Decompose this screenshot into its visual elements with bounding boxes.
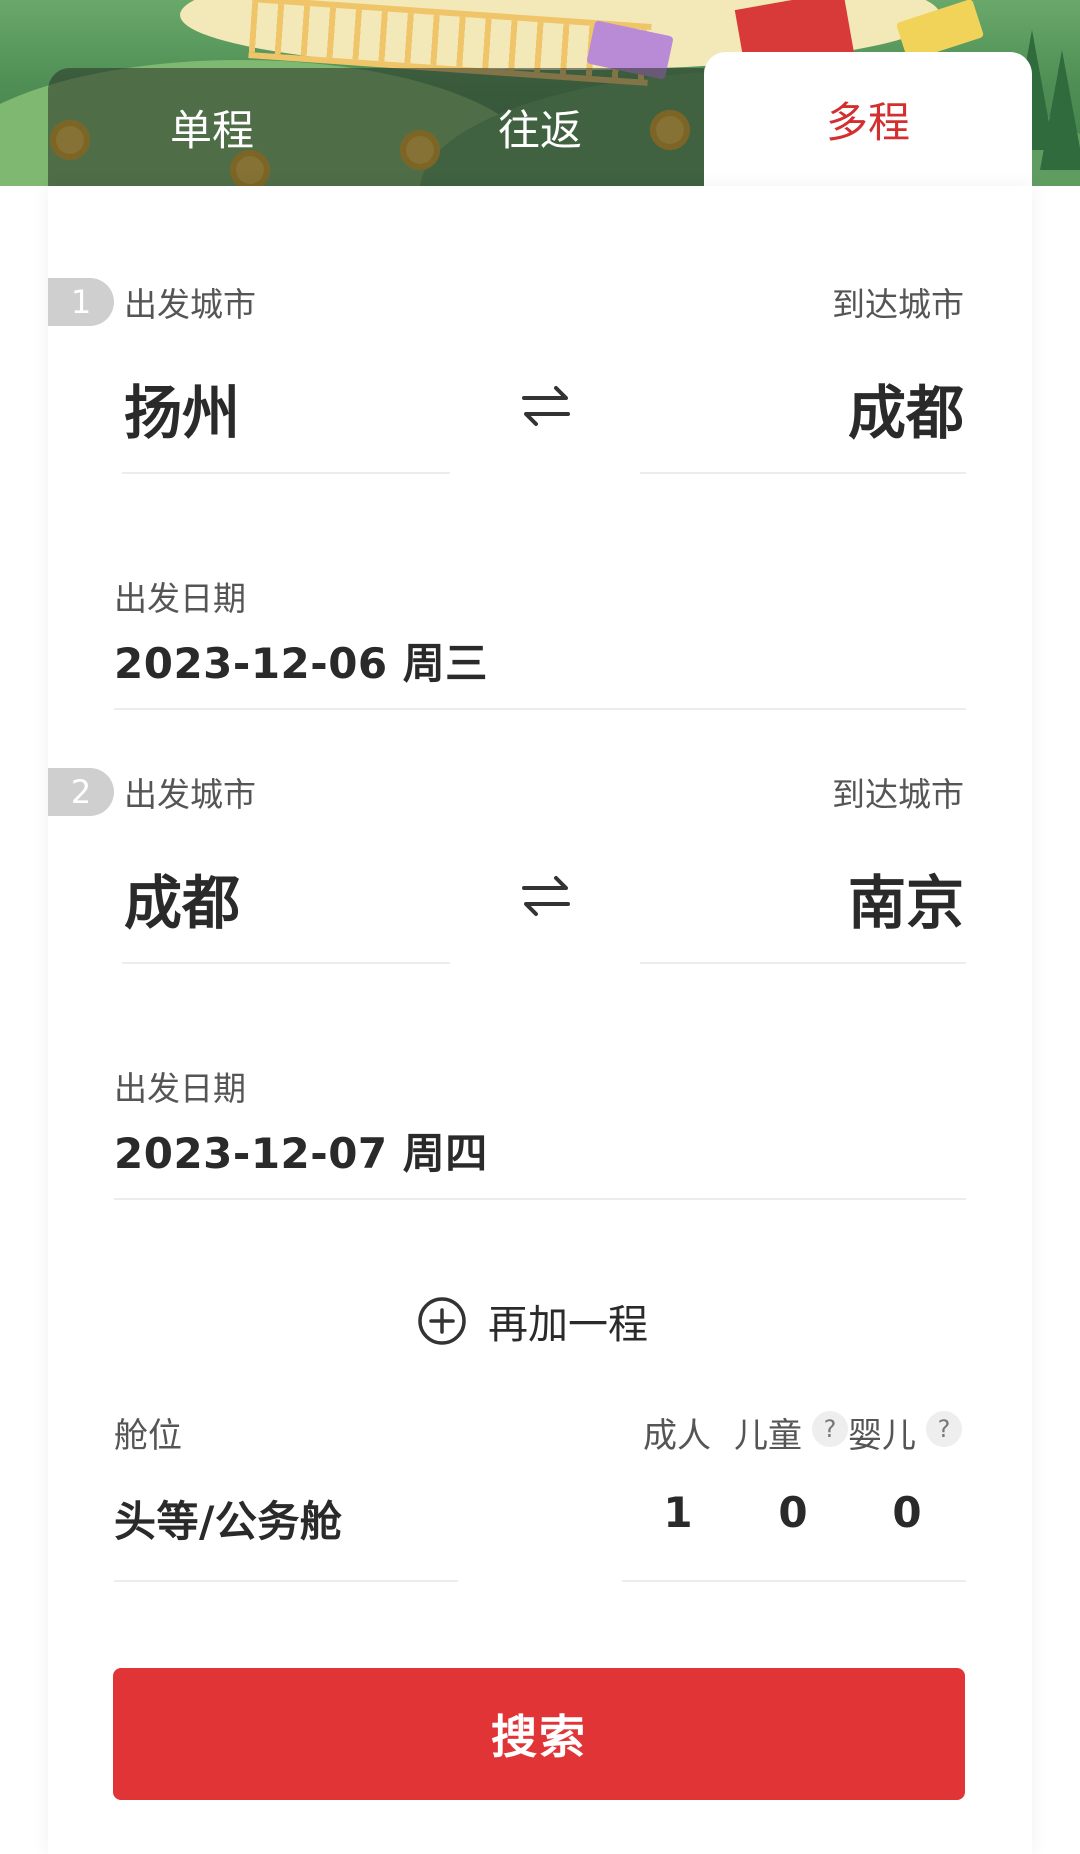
divider: [122, 962, 450, 964]
depart-date[interactable]: 2023-12-06 周三: [114, 630, 488, 691]
search-form-card: 1 出发城市 到达城市 扬州 成都 出发日期 2023-12-06 周三 2 出…: [48, 186, 1032, 1854]
depart-city[interactable]: 成都: [124, 856, 240, 940]
divider: [122, 472, 450, 474]
divider: [114, 1198, 966, 1200]
infant-count[interactable]: 0: [877, 1488, 937, 1537]
arrive-city-label: 到达城市: [832, 285, 964, 324]
leg-number-badge: 2: [48, 768, 114, 816]
date-label: 出发日期: [114, 1069, 246, 1108]
child-count[interactable]: 0: [763, 1488, 823, 1537]
leg-number-badge: 1: [48, 278, 114, 326]
divider: [640, 472, 966, 474]
add-leg-button[interactable]: 再加一程: [416, 1286, 648, 1356]
tab-round-trip[interactable]: 往返: [376, 68, 704, 186]
divider: [114, 1580, 458, 1582]
child-label: 儿童: [734, 1416, 802, 1456]
divider: [622, 1580, 966, 1582]
divider: [114, 708, 966, 710]
arrive-city[interactable]: 南京: [848, 856, 964, 940]
plus-circle-icon: [418, 1297, 466, 1345]
infant-label: 婴儿: [848, 1416, 916, 1456]
depart-date[interactable]: 2023-12-07 周四: [114, 1120, 488, 1181]
add-leg-label: 再加一程: [488, 1302, 648, 1348]
cabin-label: 舱位: [114, 1416, 182, 1456]
date-label: 出发日期: [114, 579, 246, 618]
depart-city[interactable]: 扬州: [124, 366, 240, 450]
child-help-icon[interactable]: ?: [812, 1411, 848, 1447]
banner-tree: [1040, 50, 1080, 170]
divider: [640, 962, 966, 964]
swap-arrows-icon[interactable]: [516, 866, 576, 926]
depart-city-label: 出发城市: [124, 775, 256, 814]
search-button[interactable]: 搜索: [113, 1668, 965, 1800]
arrive-city-label: 到达城市: [832, 775, 964, 814]
trip-type-tabs: 单程 往返 多程: [48, 52, 1032, 186]
swap-arrows-icon[interactable]: [516, 376, 576, 436]
tab-one-way[interactable]: 单程: [48, 68, 376, 186]
adult-count[interactable]: 1: [648, 1488, 708, 1537]
tab-multi-city[interactable]: 多程: [704, 52, 1032, 186]
infant-help-icon[interactable]: ?: [926, 1411, 962, 1447]
cabin-value[interactable]: 头等/公务舱: [114, 1488, 342, 1549]
arrive-city[interactable]: 成都: [848, 366, 964, 450]
depart-city-label: 出发城市: [124, 285, 256, 324]
adult-label: 成人: [643, 1416, 711, 1456]
